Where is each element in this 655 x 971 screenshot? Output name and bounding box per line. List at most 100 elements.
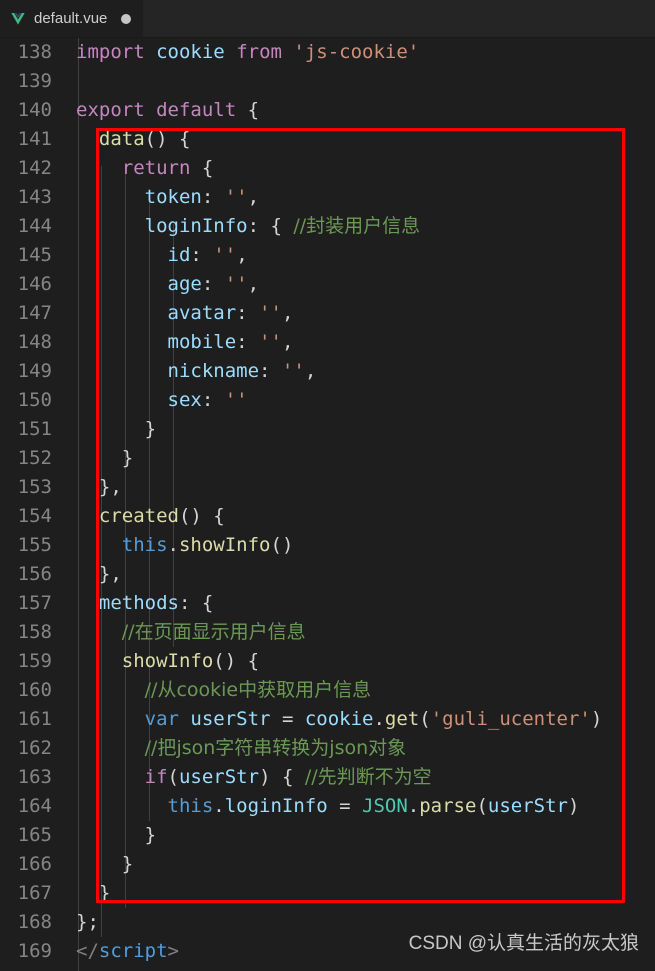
token-str: '' — [259, 331, 282, 353]
token-cmt: //把json字符串转换为json对象 — [144, 737, 407, 759]
code-line[interactable]: 162 //把json字符串转换为json对象 — [0, 734, 655, 763]
code-text[interactable]: id: '', — [68, 241, 655, 270]
code-text[interactable]: }, — [68, 473, 655, 502]
code-line[interactable]: 139 — [0, 67, 655, 96]
code-text[interactable]: sex: '' — [68, 386, 655, 415]
code-line[interactable]: 152 } — [0, 444, 655, 473]
code-text[interactable]: export default { — [68, 96, 655, 125]
token-pun: : { — [178, 592, 214, 614]
token-pun — [76, 389, 168, 411]
code-line[interactable]: 148 mobile: '', — [0, 328, 655, 357]
code-text[interactable]: } — [68, 821, 655, 850]
code-line[interactable]: 151 } — [0, 415, 655, 444]
code-line[interactable]: 147 avatar: '', — [0, 299, 655, 328]
code-line[interactable]: 161 var userStr = cookie.get('guli_ucent… — [0, 705, 655, 734]
code-line[interactable]: 167 } — [0, 879, 655, 908]
token-pun: ( — [167, 766, 179, 788]
code-text[interactable]: showInfo() { — [68, 647, 655, 676]
code-text[interactable]: } — [68, 444, 655, 473]
token-cls: JSON — [362, 795, 408, 817]
token-var: nickname — [167, 360, 260, 382]
code-text[interactable]: //在页面显示用户信息 — [68, 618, 655, 647]
code-line[interactable]: 140 export default { — [0, 96, 655, 125]
code-line[interactable]: 154 created() { — [0, 502, 655, 531]
token-brk: < — [76, 940, 88, 962]
code-line[interactable]: 145 id: '', — [0, 241, 655, 270]
code-line[interactable]: 165 } — [0, 821, 655, 850]
code-text[interactable]: } — [68, 415, 655, 444]
code-text[interactable]: loginInfo: { //封装用户信息 — [68, 212, 655, 241]
token-pun: () { — [144, 128, 191, 150]
code-line[interactable]: 157 methods: { — [0, 589, 655, 618]
code-text[interactable]: } — [68, 879, 655, 908]
code-text[interactable]: if(userStr) { //先判断不为空 — [68, 763, 655, 792]
line-number: 164 — [17, 795, 52, 817]
code-line[interactable]: 158 //在页面显示用户信息 — [0, 618, 655, 647]
token-str: 'guli_ucenter' — [430, 708, 591, 730]
token-str: '' — [224, 186, 248, 208]
line-number: 157 — [17, 592, 52, 614]
code-text[interactable]: mobile: '', — [68, 328, 655, 357]
code-text[interactable]: return { — [68, 154, 655, 183]
token-var: cookie — [156, 41, 225, 63]
code-editor[interactable]: 138 import cookie from 'js-cookie' 139 140 e… — [0, 38, 655, 971]
line-number: 162 — [17, 737, 52, 759]
code-text[interactable]: this.loginInfo = JSON.parse(userStr) — [68, 792, 655, 821]
token-pun: } — [76, 853, 134, 875]
code-line[interactable]: 166 } — [0, 850, 655, 879]
code-text[interactable]: age: '', — [68, 270, 655, 299]
token-kw: from — [236, 41, 282, 63]
token-kw: import — [76, 41, 145, 63]
line-number: 155 — [17, 534, 52, 556]
token-pun: } — [76, 824, 157, 846]
token-pun: , — [236, 244, 248, 266]
token-pun — [76, 795, 168, 817]
line-number: 168 — [17, 911, 52, 933]
watermark-text: CSDN @认真生活的灰太狼 — [408, 933, 639, 954]
code-text[interactable]: avatar: '', — [68, 299, 655, 328]
code-text[interactable]: this.showInfo() — [68, 531, 655, 560]
code-line[interactable]: 146 age: '', — [0, 270, 655, 299]
code-text[interactable]: //把json字符串转换为json对象 — [68, 734, 655, 763]
code-line[interactable]: 156 }, — [0, 560, 655, 589]
code-line[interactable]: 159 showInfo() { — [0, 647, 655, 676]
token-var: avatar — [167, 302, 237, 324]
code-text[interactable]: token: '', — [68, 183, 655, 212]
token-str: '' — [259, 302, 282, 324]
token-pun — [76, 766, 145, 788]
code-line[interactable]: 155 this.showInfo() — [0, 531, 655, 560]
code-line[interactable]: 164 this.loginInfo = JSON.parse(userStr) — [0, 792, 655, 821]
code-line[interactable]: 142 return { — [0, 154, 655, 183]
code-text[interactable]: }, — [68, 560, 655, 589]
code-line[interactable]: 150 sex: '' — [0, 386, 655, 415]
code-line[interactable]: 163 if(userStr) { //先判断不为空 — [0, 763, 655, 792]
tab-default-vue[interactable]: default.vue — [0, 0, 144, 37]
token-pun — [76, 708, 145, 730]
token-kw: if — [144, 766, 168, 788]
code-line[interactable]: 144 loginInfo: { //封装用户信息 — [0, 212, 655, 241]
line-number: 142 — [17, 157, 52, 179]
code-lines[interactable]: 138 import cookie from 'js-cookie' 139 140 e… — [0, 38, 655, 971]
code-text[interactable]: import cookie from 'js-cookie' — [68, 38, 655, 67]
line-number: 167 — [17, 882, 52, 904]
code-line[interactable]: 160 //从cookie中获取用户信息 — [0, 676, 655, 705]
line-number: 145 — [17, 244, 52, 266]
code-line[interactable]: 143 token: '', — [0, 183, 655, 212]
code-text[interactable]: created() { — [68, 502, 655, 531]
code-line[interactable]: 138 import cookie from 'js-cookie' — [0, 38, 655, 67]
code-text[interactable]: //从cookie中获取用户信息 — [68, 676, 655, 705]
unsaved-dot-icon[interactable] — [121, 13, 132, 24]
code-text[interactable]: data() { — [68, 125, 655, 154]
token-var: methods — [98, 592, 179, 614]
token-fn: data — [98, 128, 145, 150]
token-pun — [179, 708, 190, 730]
code-text[interactable]: nickname: '', — [68, 357, 655, 386]
code-line[interactable]: 141 data() { — [0, 125, 655, 154]
code-line[interactable]: 149 nickname: '', — [0, 357, 655, 386]
code-text[interactable]: var userStr = cookie.get('guli_ucenter') — [68, 705, 655, 734]
code-line[interactable]: 153 }, — [0, 473, 655, 502]
token-str: '' — [224, 273, 248, 295]
code-text[interactable]: } — [68, 850, 655, 879]
code-text[interactable]: methods: { — [68, 589, 655, 618]
line-number: 150 — [17, 389, 52, 411]
